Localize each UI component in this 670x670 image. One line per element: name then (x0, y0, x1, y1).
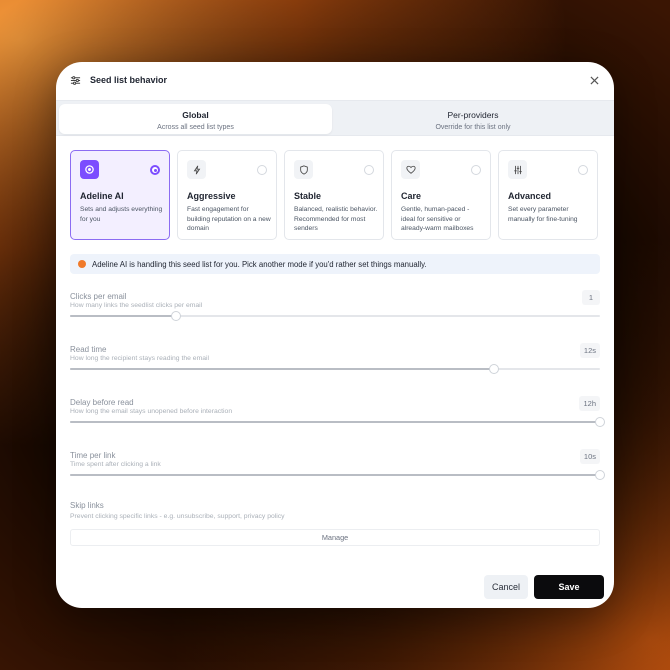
mode-description: Gentle, human-paced - ideal for sensitiv… (401, 206, 474, 232)
mode-name: Adeline AI (80, 191, 124, 201)
mode-radio[interactable] (150, 165, 160, 175)
banner-text: Adeline AI is handling this seed list fo… (92, 260, 427, 269)
setting-clicks-per-email: Clicks per email How many links the seed… (70, 290, 600, 332)
slider-thumb[interactable] (595, 470, 605, 480)
setting-value: 12s (579, 343, 600, 358)
setting-value: 12h (579, 396, 600, 411)
cancel-button[interactable]: Cancel (484, 575, 528, 599)
slider-fill (70, 474, 600, 476)
slider-thumb[interactable] (489, 364, 499, 374)
mode-name: Care (401, 191, 422, 201)
mode-radio[interactable] (364, 165, 374, 175)
mode-name: Advanced (508, 191, 552, 201)
setting-value: 10s (579, 449, 600, 464)
tab-sublabel: Override for this list only (435, 124, 511, 131)
setting-description: How many links the seedlist clicks per e… (70, 302, 203, 309)
slider-thumb[interactable] (171, 311, 181, 321)
mode-card-advanced[interactable]: Advanced Set every parameter manually fo… (498, 150, 598, 240)
mode-card-care[interactable]: Care Gentle, human-paced - ideal for sen… (391, 150, 491, 240)
slider-track[interactable] (70, 311, 600, 321)
lightning-icon (187, 160, 206, 179)
scope-tabs: Global Across all seed list types Per-pr… (56, 100, 614, 136)
close-icon[interactable] (588, 74, 600, 86)
setting-description: Prevent clicking specific links - e.g. u… (70, 513, 285, 520)
setting-label: Skip links (70, 501, 104, 510)
mode-name: Aggressive (187, 191, 236, 201)
sliders-icon (67, 72, 83, 88)
setting-skip-links: Skip links Prevent clicking specific lin… (70, 501, 600, 520)
setting-description: How long the email stays unopened before… (70, 408, 233, 415)
dialog-title: Seed list behavior (90, 75, 168, 85)
save-button[interactable]: Save (534, 575, 604, 599)
tab-label: Global (182, 110, 209, 120)
slider-track[interactable] (70, 470, 605, 480)
tab-per-providers[interactable]: Per-providers Override for this list onl… (335, 104, 611, 134)
shield-icon (294, 160, 313, 179)
mode-description: Balanced, realistic behavior. Recommende… (294, 206, 378, 232)
tab-sublabel: Across all seed list types (157, 124, 234, 131)
setting-label: Clicks per email (70, 292, 127, 301)
setting-read-time: Read time How long the recipient stays r… (70, 343, 600, 385)
mode-radio[interactable] (578, 165, 588, 175)
slider-fill (70, 368, 494, 370)
setting-label: Delay before read (70, 398, 134, 407)
heart-icon (401, 160, 420, 179)
tab-label: Per-providers (447, 110, 499, 120)
mode-radio[interactable] (257, 165, 267, 175)
sparkle-icon (80, 160, 99, 179)
mode-card-aggressive[interactable]: Aggressive Fast engagement for building … (177, 150, 277, 240)
setting-description: Time spent after clicking a link (70, 461, 161, 468)
mode-description: Sets and adjusts everything for you (80, 206, 163, 223)
manage-button[interactable]: Manage (70, 529, 600, 546)
slider-track[interactable] (70, 417, 605, 427)
dialog-header: Seed list behavior (56, 62, 614, 100)
mode-card-stable[interactable]: Stable Balanced, realistic behavior. Rec… (284, 150, 384, 240)
setting-time-per-link: Time per link Time spent after clicking … (70, 449, 605, 491)
equalizer-icon (508, 160, 527, 179)
slider-thumb[interactable] (595, 417, 605, 427)
slider-track[interactable] (70, 364, 600, 374)
mode-name: Stable (294, 191, 322, 201)
mode-card-adeline-ai[interactable]: Adeline AI Sets and adjusts everything f… (70, 150, 170, 240)
info-banner: Adeline AI is handling this seed list fo… (70, 254, 600, 274)
setting-value: 1 (582, 290, 600, 305)
setting-label: Read time (70, 345, 107, 354)
adeline-dot-icon (78, 260, 86, 268)
mode-radio[interactable] (471, 165, 481, 175)
slider-fill (70, 421, 600, 423)
tab-global[interactable]: Global Across all seed list types (59, 104, 332, 134)
setting-label: Time per link (70, 451, 116, 460)
slider-fill (70, 315, 176, 317)
setting-delay-before-read: Delay before read How long the email sta… (70, 396, 605, 438)
mode-description: Set every parameter manually for fine-tu… (508, 206, 578, 223)
setting-description: How long the recipient stays reading the… (70, 355, 210, 362)
mode-description: Fast engagement for building reputation … (187, 206, 271, 232)
seed-list-behavior-dialog: Seed list behavior Global Across all see… (56, 62, 614, 608)
